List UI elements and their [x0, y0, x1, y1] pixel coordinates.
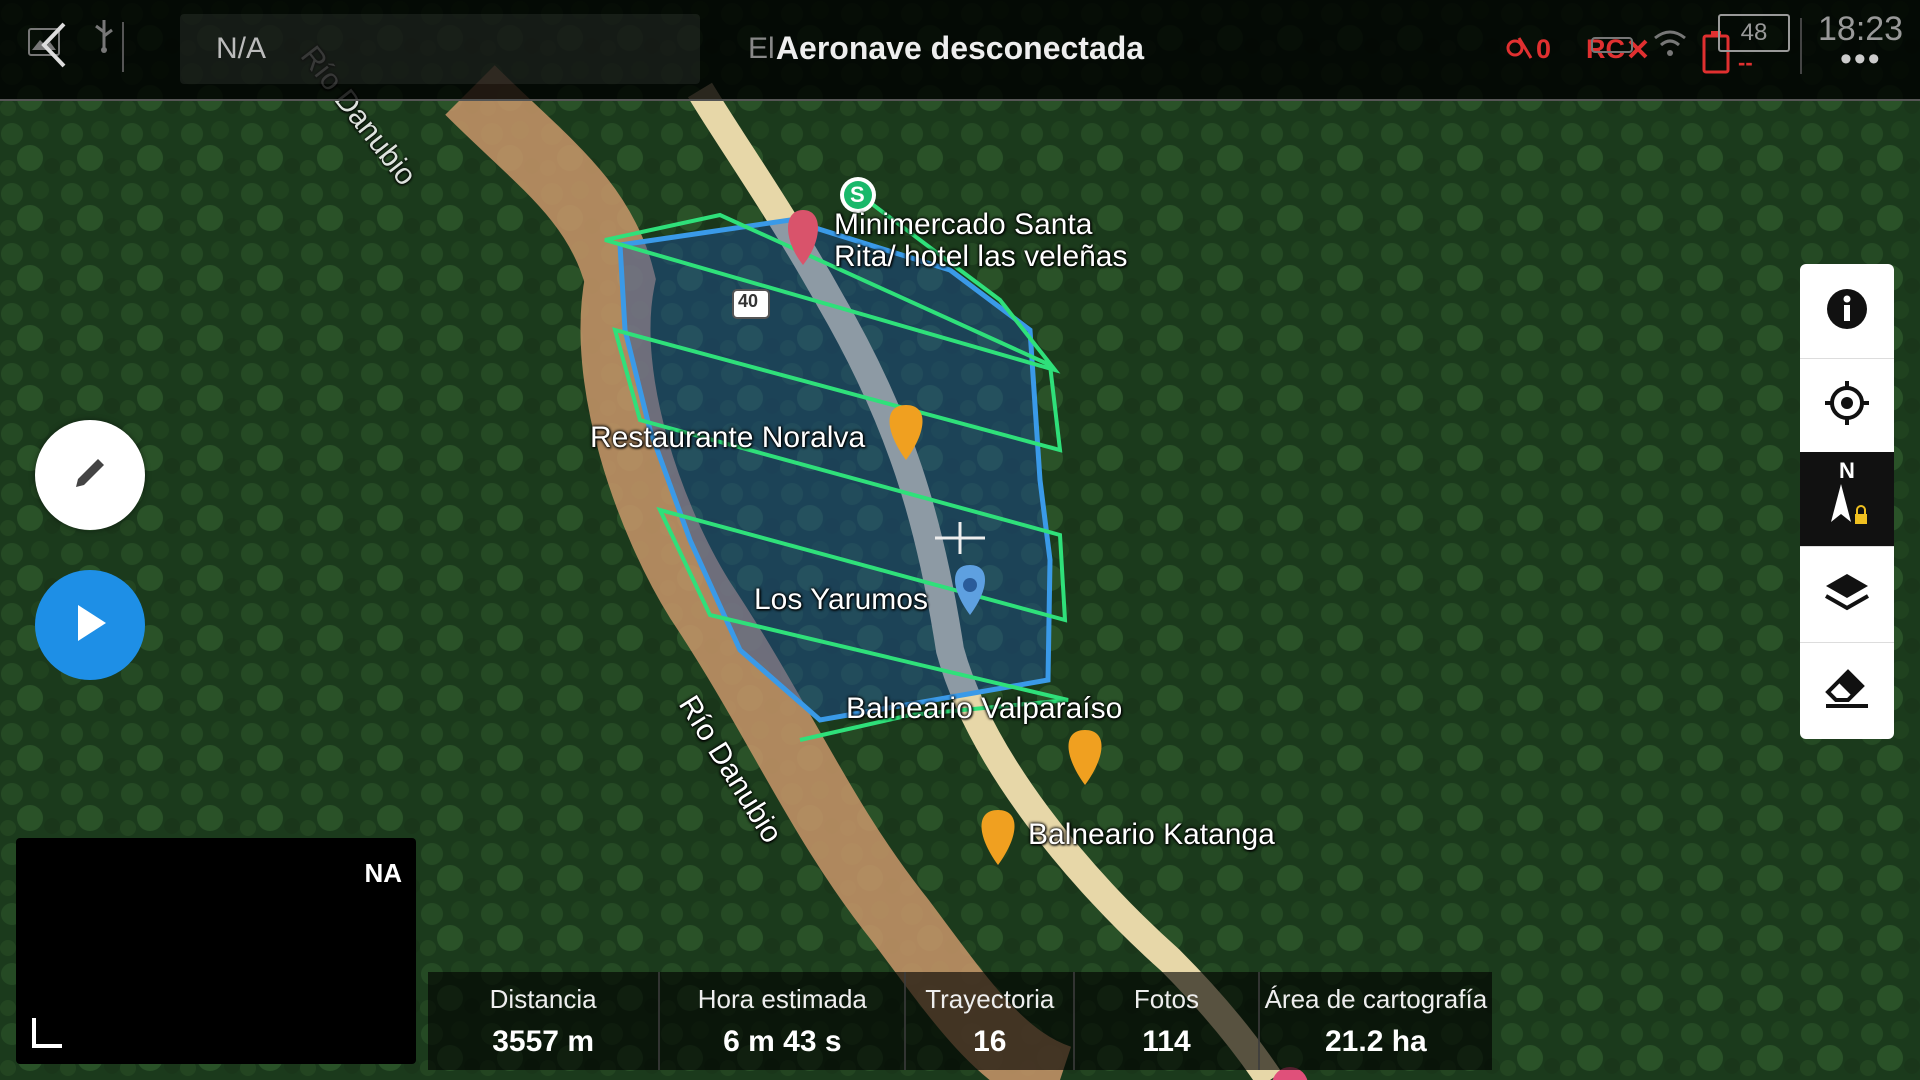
search-field[interactable]: N/A: [180, 14, 700, 84]
locate-button[interactable]: [1800, 358, 1894, 453]
mission-stats-bar: Distancia 3557 m Hora estimada 6 m 43 s …: [428, 972, 1492, 1070]
pencil-icon: [68, 451, 112, 500]
aircraft-battery-value: --: [1738, 50, 1753, 75]
stat-photos: Fotos 114: [1075, 972, 1260, 1070]
locate-icon: [1823, 379, 1871, 432]
stat-distance: Distancia 3557 m: [428, 972, 661, 1070]
wifi-icon: [1652, 12, 1688, 82]
stat-trajectory: Trayectoria 16: [906, 972, 1076, 1070]
top-status-bar: N/A El Aeronave desconectada 0 RC -- 48 …: [0, 0, 1920, 101]
search-field-text: N/A: [216, 32, 267, 65]
clear-button[interactable]: [1800, 642, 1894, 736]
layers-icon: [1822, 570, 1872, 621]
stat-label: Distancia: [489, 984, 597, 1014]
map-label-minimercado: Minimercado Santa: [834, 208, 1093, 241]
compass-lock-button[interactable]: N: [1800, 452, 1894, 547]
stat-value: 3557 m: [492, 1025, 594, 1058]
stat-label: Área de cartografía: [1264, 984, 1488, 1014]
compass-icon: [1827, 482, 1867, 539]
play-icon: [68, 601, 112, 650]
stat-value: 114: [1142, 1025, 1191, 1058]
divider: [122, 22, 124, 72]
more-menu-button[interactable]: •••: [1840, 40, 1882, 79]
map-toolbar: N: [1800, 264, 1894, 739]
connection-status-title: Aeronave desconectada: [775, 30, 1145, 66]
camera-preview[interactable]: NA: [16, 838, 416, 1064]
gimbal-icon: [1590, 10, 1634, 80]
expand-corner-icon[interactable]: [32, 1018, 62, 1048]
map-label-restaurante: Restaurante Noralva: [590, 421, 866, 454]
map-label-yarumos: Los Yarumos: [754, 583, 928, 616]
eraser-icon: [1822, 664, 1872, 715]
signal-count: 0: [1536, 34, 1552, 64]
stat-value: 6 m 43 s: [723, 1025, 842, 1058]
stat-value: 21.2 ha: [1325, 1025, 1427, 1058]
map-label-route: 40: [738, 291, 759, 311]
stat-value: 16: [973, 1025, 1007, 1058]
map-label-minimercado-2: Rita/ hotel las veleñas: [834, 240, 1128, 273]
info-button[interactable]: [1800, 264, 1894, 359]
map-label-katanga: Balneario Katanga: [1028, 818, 1275, 851]
preview-status-label: NA: [364, 858, 402, 888]
signal-lost-icon: [1505, 34, 1535, 69]
compass-north-label: N: [1839, 457, 1855, 483]
back-button[interactable]: [38, 12, 68, 82]
usb-icon: [92, 8, 116, 78]
stat-estimated-time: Hora estimada 6 m 43 s: [660, 972, 907, 1070]
map-layers-button[interactable]: [1800, 548, 1894, 643]
stat-label: Hora estimada: [697, 984, 867, 1014]
battery-level: 48: [1718, 14, 1790, 52]
info-icon: [1825, 287, 1869, 336]
stat-label: Fotos: [1133, 984, 1199, 1014]
map-label-valparaiso: Balneario Valparaíso: [846, 692, 1123, 725]
edit-button[interactable]: [35, 420, 145, 530]
start-mission-button[interactable]: [35, 570, 145, 680]
stat-mapping-area: Área de cartografía 21.2 ha: [1260, 972, 1492, 1070]
divider: [1800, 18, 1802, 74]
map-label-start-marker: S: [850, 182, 865, 207]
stat-label: Trayectoria: [925, 984, 1055, 1014]
